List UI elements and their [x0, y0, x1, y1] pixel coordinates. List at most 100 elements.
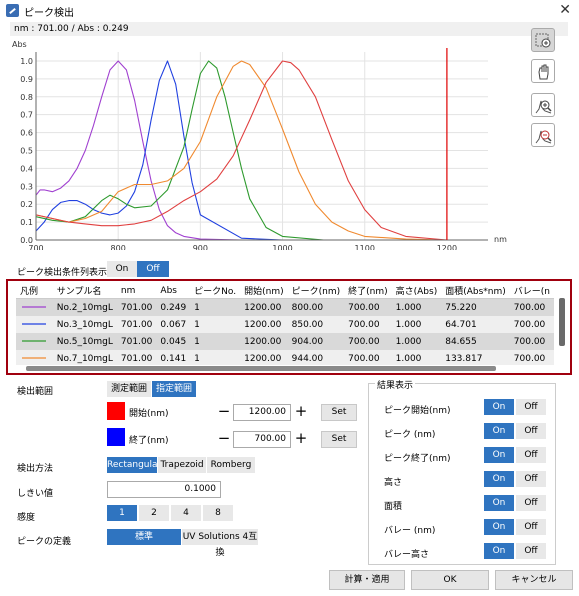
pan-button[interactable] [531, 59, 555, 83]
y-tick-label: 0.4 [20, 164, 33, 173]
table-cell: 0.141 [156, 350, 191, 365]
table-row[interactable]: No.5_10mgL 701.00 0.045 1 1200.00 904.00 700.0… [16, 333, 554, 350]
method-trapezoid-button[interactable]: Trapezoid [158, 457, 206, 473]
zoom-out-button[interactable] [531, 123, 555, 147]
sensitivity-8-button[interactable]: 8 [203, 505, 233, 521]
result-item-off-button[interactable]: Off [516, 519, 546, 535]
threshold-input[interactable]: 0.1000 [107, 481, 221, 498]
table-cell: 1.000 [391, 333, 442, 350]
zoom-out-icon [535, 130, 552, 144]
column-header[interactable]: 高さ(Abs) [391, 283, 442, 299]
result-item-on-button[interactable]: On [484, 423, 514, 439]
table-row[interactable]: No.3_10mgL 701.00 0.067 1 1200.00 850.00 700.0… [16, 316, 554, 333]
legend-cell [16, 350, 53, 365]
table-cell: No.5_10mgL [52, 333, 117, 350]
result-item-off-button[interactable]: Off [516, 471, 546, 487]
x-tick-label: 700 [28, 244, 43, 250]
scrollbar-thumb[interactable] [559, 298, 565, 346]
table-cell: 1 [190, 316, 241, 333]
result-item-off-button[interactable]: Off [516, 543, 546, 559]
method-rectangular-button[interactable]: Rectangular [107, 457, 161, 473]
table-cell: 133.817 [441, 350, 510, 365]
start-set-button[interactable]: Set [321, 404, 357, 421]
table-cell: 1.000 [391, 298, 442, 316]
peak-def-standard-button[interactable]: 標準 [107, 529, 181, 545]
result-item-off-button[interactable]: Off [516, 447, 546, 463]
table-cell: 701.00 [116, 316, 157, 333]
condition-list-off-button[interactable]: Off [137, 261, 169, 277]
end-minus-button[interactable]: − [216, 431, 232, 447]
result-item-on-button[interactable]: On [484, 519, 514, 535]
column-header[interactable]: Abs [156, 283, 191, 299]
sensitivity-2-button[interactable]: 2 [139, 505, 169, 521]
end-input[interactable]: 700.00 [233, 431, 291, 448]
result-item-label: 面積 [384, 502, 403, 512]
method-romberg-button[interactable]: Romberg [207, 457, 255, 473]
column-header[interactable]: ピーク(nm) [287, 283, 345, 299]
table-cell: 700.00 [509, 316, 554, 333]
y-tick-label: 0.7 [20, 111, 33, 120]
column-header[interactable]: 終了(nm) [344, 283, 392, 299]
close-icon[interactable]: ✕ [559, 2, 571, 18]
peak-def-uvsolutions-button[interactable]: UV Solutions 4互換 [182, 529, 258, 558]
start-plus-button[interactable]: + [293, 404, 309, 420]
peak-table[interactable]: 凡例 サンプル名 nm Abs ピークNo. 開始(nm) ピーク(nm) 終了(nm) 高さ(… [16, 283, 554, 365]
sensitivity-1-button[interactable]: 1 [107, 505, 137, 521]
column-header[interactable]: ピークNo. [190, 283, 241, 299]
y-tick-label: 0.6 [20, 129, 33, 138]
legend-cell [16, 333, 53, 350]
table-cell: 1200.00 [240, 298, 288, 316]
table-cell: 1200.00 [240, 350, 288, 365]
result-item-on-button[interactable]: On [484, 495, 514, 511]
table-vertical-scrollbar[interactable] [559, 284, 565, 364]
column-header[interactable]: 開始(nm) [240, 283, 288, 299]
zoom-in-button[interactable] [531, 93, 555, 117]
x-tick-label: 1200 [437, 244, 457, 250]
table-cell: 1 [190, 333, 241, 350]
x-tick-label: 800 [111, 244, 126, 250]
table-cell: 904.00 [287, 333, 345, 350]
start-minus-button[interactable]: − [216, 404, 232, 420]
pan-hand-icon [538, 64, 549, 80]
zoom-area-icon [535, 33, 551, 48]
ok-button[interactable]: OK [411, 570, 489, 590]
table-horizontal-scrollbar[interactable] [26, 366, 556, 371]
column-header[interactable]: サンプル名 [52, 283, 117, 299]
result-item-off-button[interactable]: Off [516, 423, 546, 439]
result-item-on-button[interactable]: On [484, 543, 514, 559]
end-set-button[interactable]: Set [321, 431, 357, 448]
sensitivity-label: 感度 [17, 513, 36, 523]
scrollbar-thumb[interactable] [26, 366, 496, 371]
result-item-off-button[interactable]: Off [516, 495, 546, 511]
start-input[interactable]: 1200.00 [233, 404, 291, 421]
column-header[interactable]: バレー(n [509, 283, 554, 299]
spectrum-chart[interactable]: 0.00.10.20.30.40.50.60.70.80.91.0700 800 9… [10, 38, 510, 250]
result-item-on-button[interactable]: On [484, 447, 514, 463]
end-plus-button[interactable]: + [293, 431, 309, 447]
column-header[interactable]: 面積(Abs*nm) [441, 283, 510, 299]
table-cell: 700.00 [509, 298, 554, 316]
cursor-readout: nm : 701.00 / Abs : 0.249 [10, 22, 568, 36]
zoom-area-button[interactable] [531, 28, 555, 52]
cancel-button[interactable]: キャンセル [495, 570, 573, 590]
table-cell: 0.067 [156, 316, 191, 333]
table-cell: 64.701 [441, 316, 510, 333]
result-item-on-button[interactable]: On [484, 471, 514, 487]
table-cell: 701.00 [116, 333, 157, 350]
range-measured-button[interactable]: 測定範囲 [107, 381, 151, 397]
table-cell: 0.045 [156, 333, 191, 350]
sensitivity-4-button[interactable]: 4 [171, 505, 201, 521]
table-row[interactable]: No.7_10mgL 701.00 0.141 1 1200.00 944.00 700.0… [16, 350, 554, 365]
column-header[interactable]: nm [116, 283, 157, 299]
result-item-on-button[interactable]: On [484, 399, 514, 415]
table-row[interactable]: No.2_10mgL 701.00 0.249 1 1200.00 800.00 700.0… [16, 298, 554, 316]
result-item-off-button[interactable]: Off [516, 399, 546, 415]
condition-list-on-button[interactable]: On [107, 261, 137, 277]
column-header[interactable]: 凡例 [16, 283, 53, 299]
zoom-in-icon [535, 100, 552, 114]
range-specified-button[interactable]: 指定範囲 [152, 381, 196, 397]
table-cell: 700.00 [509, 350, 554, 365]
table-cell: 1 [190, 350, 241, 365]
condition-list-label: ピーク検出条件列表示 [17, 268, 108, 278]
calculate-apply-button[interactable]: 計算・適用 [329, 570, 405, 590]
